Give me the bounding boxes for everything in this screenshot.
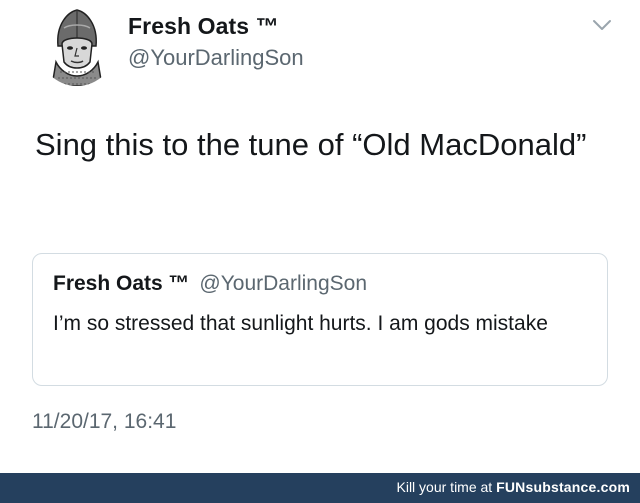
tweet-text: Sing this to the tune of “Old MacDonald” [35,127,587,162]
watermark-brand: FUNsubstance.com [496,479,630,495]
avatar[interactable] [38,6,116,86]
watermark-bar: Kill your time at FUNsubstance.com [0,473,640,503]
display-name[interactable]: Fresh Oats ™ [128,13,279,40]
quoted-tweet[interactable]: Fresh Oats ™ @YourDarlingSon I’m so stre… [32,253,608,386]
watermark-prefix: Kill your time at [396,479,497,495]
watermark-text: Kill your time at FUNsubstance.com [397,479,631,495]
user-handle[interactable]: @YourDarlingSon [128,45,304,71]
quoted-display-name: Fresh Oats ™ [53,272,190,295]
quoted-tweet-text: I’m so stressed that sunlight hurts. I a… [53,312,548,335]
tweet-timestamp[interactable]: 11/20/17, 16:41 [32,410,176,434]
quoted-tweet-header: Fresh Oats ™ @YourDarlingSon [53,272,367,296]
knight-helmet-avatar-icon [51,9,103,86]
chevron-down-icon[interactable] [591,16,613,34]
quoted-user-handle: @YourDarlingSon [199,272,368,295]
tweet-card: Fresh Oats ™ @YourDarlingSon Sing this t… [0,0,640,473]
